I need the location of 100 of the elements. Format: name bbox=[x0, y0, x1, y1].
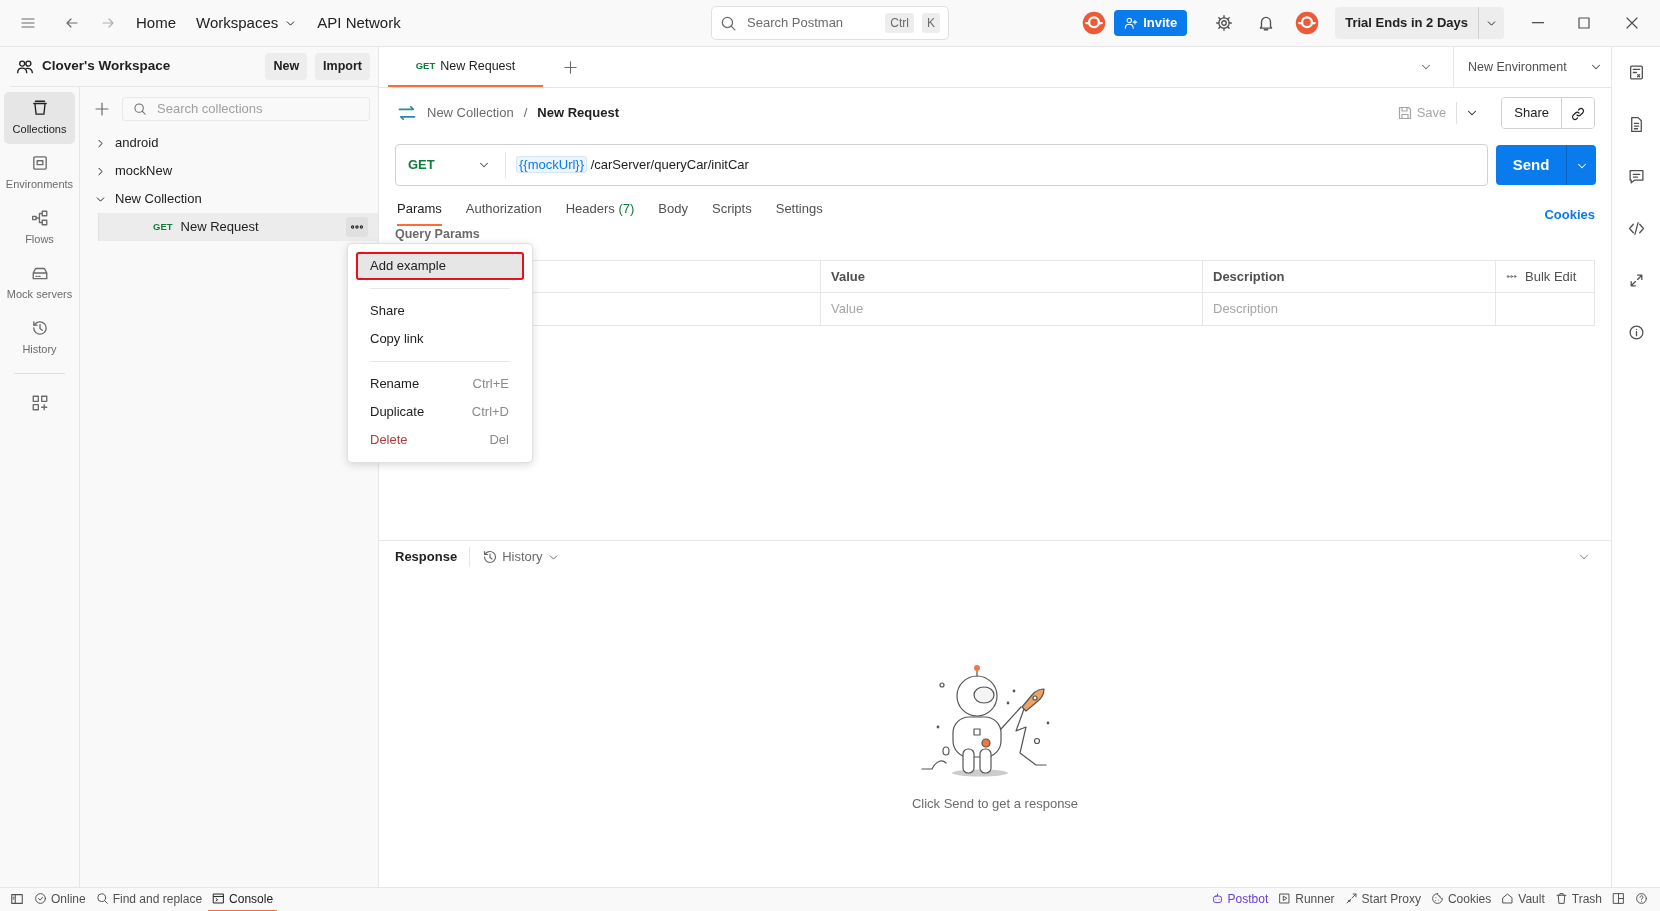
layout-icon bbox=[1612, 892, 1625, 905]
plus-icon bbox=[94, 101, 110, 117]
tab[interactable]: Scripts bbox=[712, 194, 752, 226]
sidebar-item[interactable]: Collections bbox=[4, 92, 75, 144]
sidebar-item[interactable]: Mock servers bbox=[4, 257, 75, 309]
status-item[interactable]: Console bbox=[208, 887, 278, 911]
workspace-name: Clover's Workspace bbox=[42, 57, 172, 76]
comment-icon bbox=[1627, 168, 1645, 185]
search-input[interactable]: Search collections bbox=[155, 98, 359, 120]
response-title: Response bbox=[395, 547, 471, 567]
invite-button[interactable]: Invite bbox=[1114, 10, 1188, 36]
status-item[interactable]: Online bbox=[30, 887, 90, 911]
nav-link[interactable]: Home bbox=[128, 7, 184, 39]
minimize-icon bbox=[1532, 22, 1544, 24]
tab[interactable]: Params bbox=[397, 194, 442, 226]
method-dropdown[interactable]: GET bbox=[396, 152, 506, 178]
trash-icon bbox=[1554, 892, 1568, 905]
breadcrumb-current: New Request bbox=[537, 104, 619, 123]
avatar-icon[interactable] bbox=[1295, 11, 1320, 35]
shortcut-key: K bbox=[922, 13, 940, 33]
column-header: Description bbox=[1203, 261, 1496, 293]
menu-item[interactable]: Duplicate Ctrl+D bbox=[356, 398, 524, 426]
robot-icon bbox=[1210, 892, 1224, 905]
flows-icon bbox=[30, 208, 49, 227]
status-item[interactable]: Trash bbox=[1550, 887, 1606, 911]
search-input[interactable]: Search Postman bbox=[745, 12, 878, 34]
maximize-icon bbox=[1576, 15, 1592, 31]
grid-plus-icon bbox=[30, 394, 49, 412]
status-item[interactable]: Runner bbox=[1274, 887, 1339, 911]
shortcut-text: Ctrl+E bbox=[472, 375, 509, 394]
sidebar-item[interactable]: Flows bbox=[4, 202, 75, 254]
history-icon bbox=[482, 549, 499, 565]
more-button[interactable] bbox=[346, 217, 368, 237]
avatar-icon[interactable] bbox=[1082, 11, 1107, 35]
close-icon bbox=[1624, 15, 1640, 31]
menu-item[interactable]: Delete Del bbox=[356, 426, 524, 454]
menu-item[interactable]: Rename Ctrl+E bbox=[356, 370, 524, 398]
item-label: mockNew bbox=[115, 162, 173, 181]
shortcut-key: Ctrl bbox=[885, 13, 914, 33]
search-field[interactable]: Search Postman Ctrl K bbox=[711, 6, 949, 40]
menu-icon bbox=[20, 15, 36, 31]
menu-item[interactable]: Share bbox=[356, 297, 524, 325]
trash-can-icon bbox=[30, 98, 49, 117]
bulk-edit-button[interactable]: Bulk Edit bbox=[1506, 266, 1577, 287]
method-label: GET bbox=[415, 58, 436, 73]
request-tab[interactable]: GET New Request bbox=[388, 47, 543, 87]
status-item[interactable]: Vault bbox=[1497, 887, 1549, 911]
tab[interactable]: Body bbox=[658, 194, 688, 226]
tab[interactable]: Authorization bbox=[465, 194, 542, 226]
tab[interactable]: Headers (7) bbox=[565, 194, 635, 226]
help-icon bbox=[1635, 892, 1648, 905]
section-title: Query Params bbox=[394, 226, 481, 243]
tree-item[interactable]: mockNew bbox=[80, 157, 378, 185]
cookie-icon bbox=[1430, 892, 1444, 905]
sidebar-item[interactable]: Environments bbox=[4, 147, 75, 199]
header-button[interactable]: New bbox=[265, 53, 308, 80]
header-button[interactable]: Import bbox=[315, 53, 370, 80]
sidebar-icon bbox=[10, 891, 24, 906]
search-icon bbox=[95, 892, 109, 905]
shortcut-text: Ctrl+D bbox=[471, 403, 509, 422]
item-label: New Collection bbox=[115, 190, 202, 209]
nav-link[interactable]: Workspaces bbox=[188, 7, 306, 39]
menu-item[interactable]: Add example bbox=[356, 252, 524, 280]
code-icon bbox=[1627, 220, 1645, 237]
tab[interactable]: Settings bbox=[775, 194, 823, 226]
search-icon bbox=[133, 102, 147, 116]
status-item[interactable]: Start Proxy bbox=[1340, 887, 1425, 911]
variables-icon bbox=[1627, 64, 1645, 81]
status-item[interactable]: Cookies bbox=[1426, 887, 1496, 911]
shortcut-text: Del bbox=[489, 431, 509, 450]
people-icon bbox=[16, 57, 34, 76]
empty-state-text: Click Send to get a response bbox=[911, 795, 1079, 813]
menu-item[interactable]: Copy link bbox=[356, 325, 524, 353]
cookies-link[interactable]: Cookies bbox=[1544, 204, 1595, 226]
tree-item[interactable]: New Collection bbox=[80, 185, 378, 213]
proxy-arrow-icon bbox=[1344, 892, 1358, 905]
search-field[interactable]: Search collections bbox=[122, 97, 370, 121]
tree-item[interactable]: GET New Request bbox=[98, 213, 378, 241]
sidebar-item[interactable]: History bbox=[4, 312, 75, 364]
save-icon bbox=[1396, 105, 1413, 121]
history-dropdown[interactable]: History bbox=[482, 547, 560, 567]
tree-item[interactable]: android bbox=[80, 129, 378, 157]
environment-icon bbox=[30, 153, 49, 172]
breadcrumb-link[interactable]: New Collection bbox=[427, 103, 514, 123]
item-label: New Request bbox=[180, 218, 259, 237]
variable-tag: {{mockUrl}} bbox=[516, 156, 588, 174]
breadcrumb-separator: / bbox=[523, 104, 528, 123]
info-icon bbox=[1627, 324, 1645, 341]
url-field[interactable]: {{mockUrl}} /carServer/queryCar/initCar bbox=[506, 155, 749, 175]
settings-icon bbox=[1215, 14, 1234, 32]
play-icon bbox=[1278, 892, 1292, 905]
status-item[interactable]: Postbot bbox=[1206, 887, 1273, 911]
environment-selector[interactable]: New Environment bbox=[1453, 47, 1611, 87]
nav-link[interactable]: API Network bbox=[309, 7, 409, 39]
item-label: android bbox=[115, 134, 159, 153]
status-item[interactable]: Find and replace bbox=[91, 887, 207, 911]
copy-link-button[interactable] bbox=[1561, 98, 1594, 128]
history-icon bbox=[30, 318, 49, 337]
send-button[interactable]: Send bbox=[1496, 145, 1566, 185]
swap-arrows-icon bbox=[397, 103, 417, 123]
